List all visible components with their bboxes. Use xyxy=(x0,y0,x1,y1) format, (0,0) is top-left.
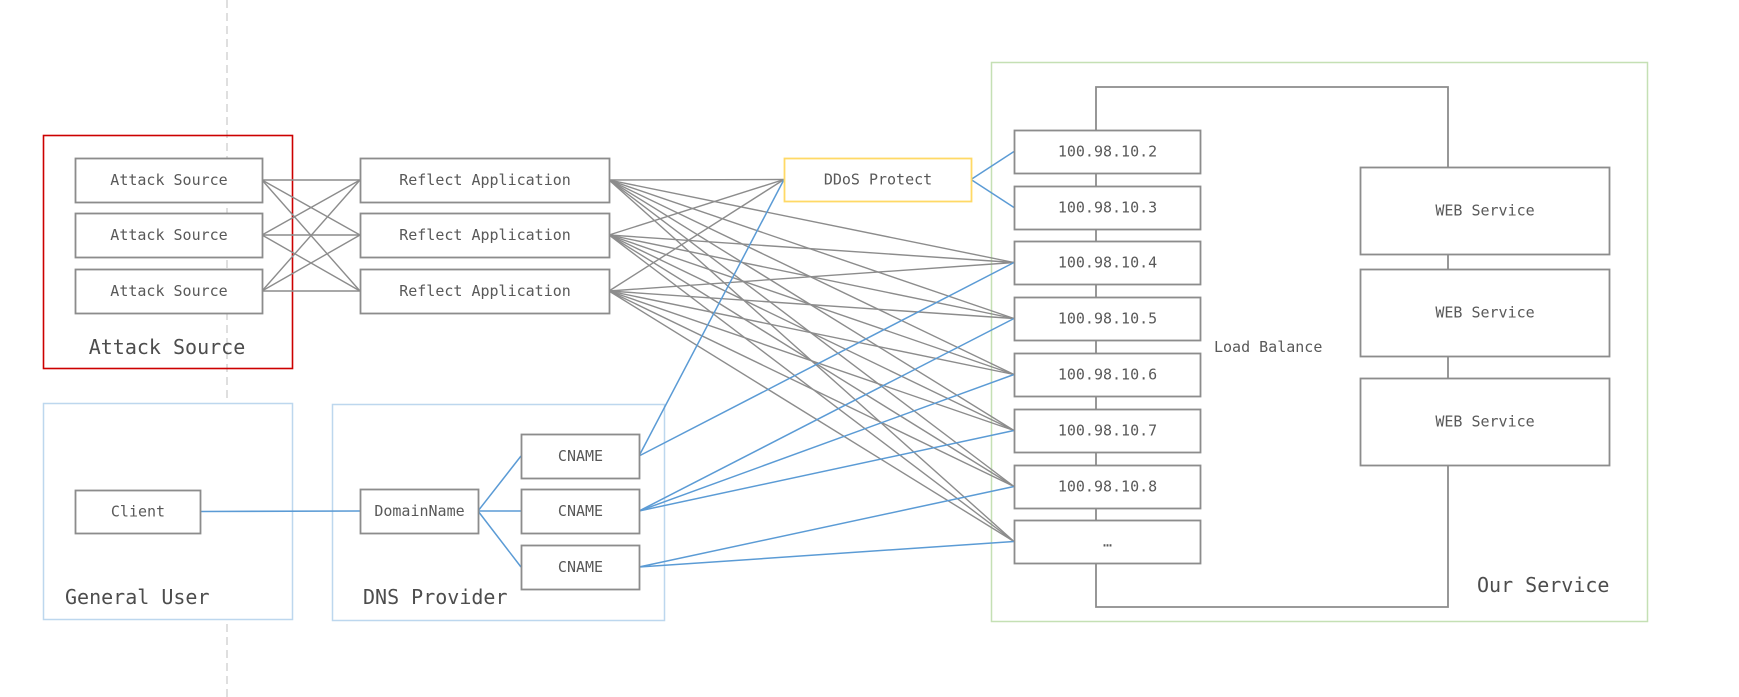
client-to-domain-edge xyxy=(199,510,361,513)
load-balance-label: Load Balance xyxy=(1214,338,1322,356)
reflect-application-node-label: Reflect Application xyxy=(399,282,571,300)
cname-node-label: CNAME xyxy=(558,502,603,520)
reflect-application-node-label: Reflect Application xyxy=(399,171,571,189)
ip-node[interactable]: 100.98.10.7 xyxy=(1013,408,1202,454)
attack-source-node-label: Attack Source xyxy=(110,282,227,300)
attack-source-node[interactable]: Attack Source xyxy=(74,212,264,259)
cname-node[interactable]: CNAME xyxy=(520,433,641,480)
web-service-node-label: WEB Service xyxy=(1435,304,1534,322)
ip-node-label: 100.98.10.3 xyxy=(1058,199,1157,217)
ip-node-label: 100.98.10.7 xyxy=(1058,422,1157,440)
cname-node-label: CNAME xyxy=(558,558,603,576)
attack-source-node-label: Attack Source xyxy=(110,226,227,244)
reflect-to-target-edge xyxy=(608,290,1015,376)
cname-node[interactable]: CNAME xyxy=(520,488,641,535)
ip-node[interactable]: 100.98.10.6 xyxy=(1013,352,1202,398)
domain-to-cname-edge xyxy=(477,510,522,568)
cname-node[interactable]: CNAME xyxy=(520,544,641,591)
cname-node-label: CNAME xyxy=(558,447,603,465)
ip-node[interactable]: 100.98.10.4 xyxy=(1013,240,1202,286)
web-service-node[interactable]: WEB Service xyxy=(1359,166,1611,256)
our-service-group-label: Our Service xyxy=(1477,573,1609,597)
client-node-label: Client xyxy=(111,503,165,521)
domain-name-node-label: DomainName xyxy=(374,502,464,520)
architecture-diagram: Attack Source Attack Source Attack Source R… xyxy=(42,0,1649,697)
ddos-protect-node[interactable]: DDoS Protect xyxy=(783,157,973,203)
reflect-application-node[interactable]: Reflect Application xyxy=(359,157,611,204)
ip-node[interactable]: 100.98.10.5 xyxy=(1013,296,1202,342)
client-node[interactable]: Client xyxy=(74,489,202,535)
attack-source-group-label: Attack Source xyxy=(89,335,246,359)
diagram-canvas: Attack Source Attack Source Attack Source R… xyxy=(0,0,1739,697)
ip-node[interactable]: … xyxy=(1013,519,1202,565)
dns-provider-group-label: DNS Provider xyxy=(363,585,508,609)
attack-source-node-label: Attack Source xyxy=(110,171,227,189)
reflect-to-target-edge xyxy=(608,290,1015,432)
ip-node-label: 100.98.10.2 xyxy=(1058,143,1157,161)
domain-to-cname-edge xyxy=(477,455,522,512)
reflect-to-target-edge xyxy=(608,290,1015,488)
domain-name-node[interactable]: DomainName xyxy=(359,488,480,535)
web-service-node-label: WEB Service xyxy=(1435,202,1534,220)
ddos-protect-node-label: DDoS Protect xyxy=(824,171,932,189)
cname-to-target-edge xyxy=(638,179,785,457)
reflect-application-node-label: Reflect Application xyxy=(399,226,571,244)
reflect-to-target-edge xyxy=(608,234,1015,264)
reflect-application-node[interactable]: Reflect Application xyxy=(359,212,611,259)
ip-node-label: 100.98.10.6 xyxy=(1058,366,1157,384)
web-service-node-label: WEB Service xyxy=(1435,413,1534,431)
ip-node[interactable]: 100.98.10.3 xyxy=(1013,185,1202,231)
reflect-to-target-edge xyxy=(608,178,785,181)
reflect-application-node[interactable]: Reflect Application xyxy=(359,268,611,315)
ip-node[interactable]: 100.98.10.8 xyxy=(1013,464,1202,510)
attack-source-node[interactable]: Attack Source xyxy=(74,268,264,315)
general-user-group-label: General User xyxy=(65,585,210,609)
ip-node-label: 100.98.10.8 xyxy=(1058,478,1157,496)
ip-node-label: 100.98.10.4 xyxy=(1058,254,1157,272)
cname-to-target-edge xyxy=(638,261,1015,457)
ddos-to-ip-edge xyxy=(970,150,1015,181)
ddos-to-ip-edge xyxy=(970,178,1015,209)
attack-source-node[interactable]: Attack Source xyxy=(74,157,264,204)
web-service-node[interactable]: WEB Service xyxy=(1359,377,1611,467)
reflect-to-target-edge xyxy=(608,290,1015,320)
ip-node-label: … xyxy=(1103,533,1112,551)
ip-node[interactable]: 100.98.10.2 xyxy=(1013,129,1202,175)
web-service-node[interactable]: WEB Service xyxy=(1359,268,1611,358)
reflect-to-target-edge xyxy=(608,178,785,236)
ip-node-label: 100.98.10.5 xyxy=(1058,310,1157,328)
reflect-to-target-edge xyxy=(608,261,1015,292)
